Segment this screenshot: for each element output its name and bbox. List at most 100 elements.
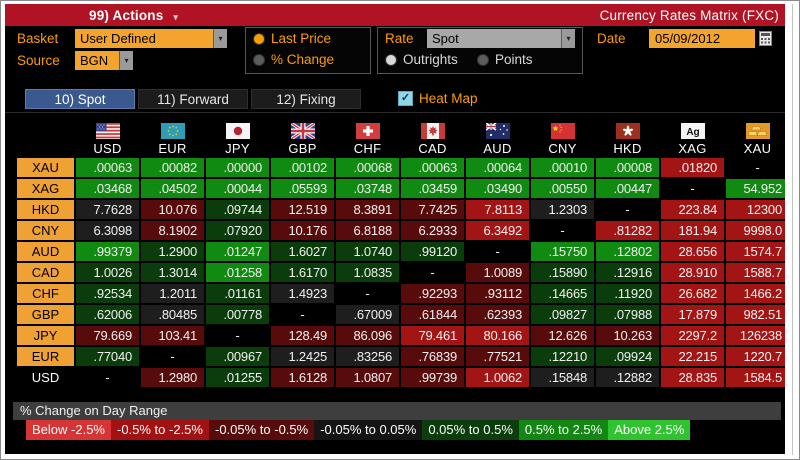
cell-cad-jpy[interactable]: .01258 xyxy=(206,263,269,282)
date-input[interactable]: 05/09/2012 xyxy=(649,29,755,48)
cell-aud-cny[interactable]: .15750 xyxy=(531,242,594,261)
row-header-aud[interactable]: AUD xyxy=(17,242,74,261)
cell-xau-xag[interactable]: .01820 xyxy=(661,158,724,177)
cell-aud-xau[interactable]: 1574.7 xyxy=(726,242,785,261)
row-header-cny[interactable]: CNY xyxy=(17,221,74,240)
cell-hkd-xau[interactable]: 12300 xyxy=(726,200,785,219)
row-header-eur[interactable]: EUR xyxy=(17,347,74,366)
cell-cad-cny[interactable]: .15890 xyxy=(531,263,594,282)
cell-jpy-xau[interactable]: 126238 xyxy=(726,326,785,345)
cell-cny-aud[interactable]: 6.3492 xyxy=(466,221,529,240)
cell-usd-xau[interactable]: 1584.5 xyxy=(726,368,785,387)
cell-chf-xag[interactable]: 26.682 xyxy=(661,284,724,303)
cell-hkd-cny[interactable]: 1.2303 xyxy=(531,200,594,219)
cell-chf-xau[interactable]: 1466.2 xyxy=(726,284,785,303)
cell-xag-gbp[interactable]: .05593 xyxy=(271,179,334,198)
cell-xag-cad[interactable]: .03459 xyxy=(401,179,464,198)
cell-aud-eur[interactable]: 1.2900 xyxy=(141,242,204,261)
cell-eur-gbp[interactable]: 1.2425 xyxy=(271,347,334,366)
calendar-icon[interactable] xyxy=(759,29,773,48)
cell-chf-cny[interactable]: .14665 xyxy=(531,284,594,303)
row-header-gbp[interactable]: GBP xyxy=(17,305,74,324)
cell-chf-usd[interactable]: .92534 xyxy=(76,284,139,303)
basket-select[interactable]: User Defined ▾ xyxy=(75,29,227,48)
cell-chf-gbp[interactable]: 1.4923 xyxy=(271,284,334,303)
actions-menu-button[interactable]: 99) Actions ▾ xyxy=(89,8,178,23)
cell-chf-aud[interactable]: .93112 xyxy=(466,284,529,303)
cell-jpy-chf[interactable]: 86.096 xyxy=(336,326,399,345)
cell-eur-jpy[interactable]: .00967 xyxy=(206,347,269,366)
cell-xag-xau[interactable]: 54.952 xyxy=(726,179,785,198)
cell-aud-jpy[interactable]: .01247 xyxy=(206,242,269,261)
cell-chf-eur[interactable]: 1.2011 xyxy=(141,284,204,303)
cell-cad-chf[interactable]: 1.0835 xyxy=(336,263,399,282)
cell-cny-gbp[interactable]: 10.176 xyxy=(271,221,334,240)
source-select[interactable]: BGN ▾ xyxy=(75,51,133,70)
cell-cny-hkd[interactable]: .81282 xyxy=(596,221,659,240)
radio-points[interactable]: Points xyxy=(477,52,533,67)
cell-cad-gbp[interactable]: 1.6170 xyxy=(271,263,334,282)
cell-aud-cad[interactable]: .99120 xyxy=(401,242,464,261)
cell-chf-hkd[interactable]: .11920 xyxy=(596,284,659,303)
cell-xag-chf[interactable]: .03748 xyxy=(336,179,399,198)
cell-gbp-cad[interactable]: .61844 xyxy=(401,305,464,324)
cell-jpy-hkd[interactable]: 10.263 xyxy=(596,326,659,345)
cell-xau-eur[interactable]: .00082 xyxy=(141,158,204,177)
cell-usd-xag[interactable]: 28.835 xyxy=(661,368,724,387)
cell-xau-jpy[interactable]: .00000 xyxy=(206,158,269,177)
cell-xag-usd[interactable]: .03468 xyxy=(76,179,139,198)
cell-usd-cad[interactable]: .99739 xyxy=(401,368,464,387)
cell-jpy-xag[interactable]: 2297.2 xyxy=(661,326,724,345)
row-header-jpy[interactable]: JPY xyxy=(17,326,74,345)
cell-hkd-cad[interactable]: 7.7425 xyxy=(401,200,464,219)
cell-hkd-gbp[interactable]: 12.519 xyxy=(271,200,334,219)
cell-xau-gbp[interactable]: .00102 xyxy=(271,158,334,177)
cell-eur-hkd[interactable]: .09924 xyxy=(596,347,659,366)
row-header-xau[interactable]: XAU xyxy=(17,158,74,177)
cell-cny-xag[interactable]: 181.94 xyxy=(661,221,724,240)
cell-xag-aud[interactable]: .03490 xyxy=(466,179,529,198)
cell-usd-chf[interactable]: 1.0807 xyxy=(336,368,399,387)
cell-jpy-cny[interactable]: 12.626 xyxy=(531,326,594,345)
cell-aud-gbp[interactable]: 1.6027 xyxy=(271,242,334,261)
radio-outrights[interactable]: Outrights xyxy=(385,52,458,67)
cell-jpy-cad[interactable]: 79.461 xyxy=(401,326,464,345)
cell-eur-cad[interactable]: .76839 xyxy=(401,347,464,366)
radio-percent-change[interactable]: % Change xyxy=(253,52,334,67)
cell-xau-hkd[interactable]: .00008 xyxy=(596,158,659,177)
cell-cad-usd[interactable]: 1.0026 xyxy=(76,263,139,282)
cell-aud-hkd[interactable]: .12802 xyxy=(596,242,659,261)
row-header-hkd[interactable]: HKD xyxy=(17,200,74,219)
dropdown-arrow-icon[interactable]: ▾ xyxy=(119,51,133,70)
tab-11-forward[interactable]: 11) Forward xyxy=(138,89,248,109)
cell-aud-chf[interactable]: 1.0740 xyxy=(336,242,399,261)
cell-jpy-aud[interactable]: 80.166 xyxy=(466,326,529,345)
cell-aud-usd[interactable]: .99379 xyxy=(76,242,139,261)
cell-eur-cny[interactable]: .12210 xyxy=(531,347,594,366)
cell-jpy-eur[interactable]: 103.41 xyxy=(141,326,204,345)
cell-eur-xau[interactable]: 1220.7 xyxy=(726,347,785,366)
cell-xag-eur[interactable]: .04502 xyxy=(141,179,204,198)
row-header-chf[interactable]: CHF xyxy=(17,284,74,303)
cell-eur-aud[interactable]: .77521 xyxy=(466,347,529,366)
cell-usd-hkd[interactable]: .12882 xyxy=(596,368,659,387)
cell-gbp-jpy[interactable]: .00778 xyxy=(206,305,269,324)
dropdown-arrow-icon[interactable]: ▾ xyxy=(561,29,575,48)
dropdown-arrow-icon[interactable]: ▾ xyxy=(213,29,227,48)
cell-usd-cny[interactable]: .15848 xyxy=(531,368,594,387)
cell-hkd-aud[interactable]: 7.8113 xyxy=(466,200,529,219)
row-header-xag[interactable]: XAG xyxy=(17,179,74,198)
cell-gbp-eur[interactable]: .80485 xyxy=(141,305,204,324)
cell-cad-eur[interactable]: 1.3014 xyxy=(141,263,204,282)
cell-hkd-chf[interactable]: 8.3891 xyxy=(336,200,399,219)
cell-usd-eur[interactable]: 1.2980 xyxy=(141,368,204,387)
cell-cad-aud[interactable]: 1.0089 xyxy=(466,263,529,282)
cell-cad-xau[interactable]: 1588.7 xyxy=(726,263,785,282)
cell-gbp-cny[interactable]: .09827 xyxy=(531,305,594,324)
cell-cny-cad[interactable]: 6.2933 xyxy=(401,221,464,240)
cell-xag-jpy[interactable]: .00044 xyxy=(206,179,269,198)
cell-jpy-usd[interactable]: 79.669 xyxy=(76,326,139,345)
cell-cny-chf[interactable]: 6.8188 xyxy=(336,221,399,240)
cell-gbp-chf[interactable]: .67009 xyxy=(336,305,399,324)
rate-select[interactable]: Spot ▾ xyxy=(427,29,575,48)
